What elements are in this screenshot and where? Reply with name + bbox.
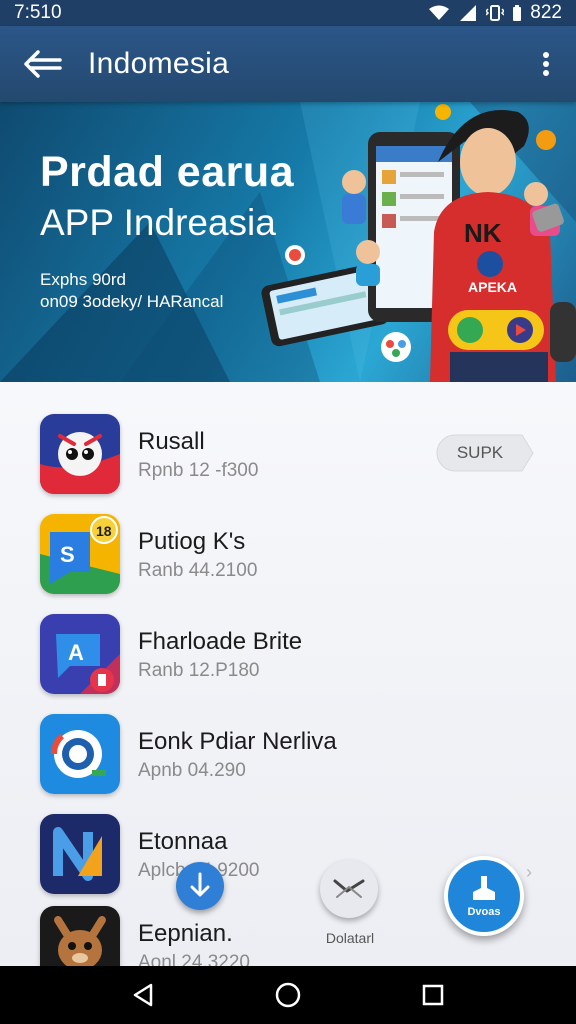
wifi-icon	[429, 5, 450, 20]
status-icons: 822	[428, 2, 562, 24]
shirt-text-top: NK	[464, 218, 502, 248]
page-title: Indomesia	[88, 47, 230, 80]
app-name: Fharloade Brite	[138, 628, 303, 655]
svg-text:A: A	[68, 640, 84, 665]
banner-illustration: NK APEKA	[261, 104, 576, 382]
system-nav-bar	[0, 966, 576, 1024]
app-name: Putiog K's	[138, 528, 246, 555]
app-icon: S 18	[40, 514, 120, 594]
app-meta: Ranb 12.P180	[138, 660, 260, 681]
app-meta: Rpnb 12 -f300	[138, 460, 259, 481]
battery-icon	[513, 5, 522, 21]
primary-action-button[interactable]: Dvoas	[444, 856, 524, 936]
download-icon	[190, 872, 210, 897]
signal-icon	[460, 5, 477, 21]
app-icon	[40, 814, 120, 894]
more-vert-icon	[543, 52, 549, 76]
list-item[interactable]: S 18 Putiog K's Ranb 44.2100	[0, 514, 576, 614]
app-bar: Indomesia	[0, 26, 576, 102]
nav-recent-button[interactable]	[403, 966, 463, 1024]
promo-banner[interactable]: Prdad earua APP Indreasia Exphs 90rd on0…	[0, 102, 576, 382]
status-time: 7:510	[14, 2, 62, 23]
app-meta: Apnb 04.290	[138, 760, 246, 781]
share-button-label: Dolatarl	[325, 930, 375, 946]
chevron-right-icon: ›	[526, 862, 532, 882]
app-icon	[40, 906, 120, 966]
app-name: Etonnaa	[138, 828, 228, 855]
primary-action-label: Dvoas	[467, 906, 501, 918]
app-meta: Aonl 24.3220	[138, 952, 250, 966]
arrow-left-icon	[24, 50, 62, 78]
list-item[interactable]: Eonk Pdiar Nerliva Apnb 04.290	[0, 714, 576, 814]
list-item[interactable]: A Fharloade Brite Ranb 12.P180	[0, 614, 576, 714]
app-icon: A	[40, 614, 120, 694]
share-button[interactable]	[320, 860, 378, 918]
square-recent-icon	[423, 984, 444, 1006]
install-button-label: SUPK	[456, 443, 504, 462]
list-item[interactable]: Rusall Rpnb 12 -f300 SUPK	[0, 414, 576, 514]
app-icon	[40, 414, 120, 494]
app-name: Eepnian.	[138, 920, 233, 947]
app-badge: 18	[96, 523, 112, 539]
circle-home-icon	[275, 982, 301, 1008]
banner-caption-2: on09 3odeky/ HARancal	[40, 292, 224, 311]
back-button[interactable]	[0, 26, 88, 102]
app-name: Rusall	[138, 428, 205, 455]
app-meta: Ranb 44.2100	[138, 560, 258, 581]
nav-home-button[interactable]	[258, 966, 318, 1024]
battery-level: 822	[530, 2, 562, 23]
nav-back-button[interactable]	[113, 966, 173, 1024]
svg-text:S: S	[60, 542, 75, 567]
app-icon	[40, 714, 120, 794]
overflow-menu-button[interactable]	[516, 26, 576, 102]
share-icon	[333, 879, 365, 898]
banner-subtitle: APP Indreasia	[40, 202, 276, 243]
download-button[interactable]	[176, 862, 224, 910]
triangle-back-icon	[133, 983, 152, 1007]
vibrate-icon	[486, 5, 505, 21]
install-button[interactable]: SUPK	[436, 434, 534, 472]
user-add-icon	[473, 876, 495, 900]
app-name: Eonk Pdiar Nerliva	[138, 728, 337, 755]
shirt-text-bottom: APEKA	[468, 279, 517, 295]
banner-caption-1: Exphs 90rd	[40, 270, 126, 289]
status-bar: 7:510 822	[0, 0, 576, 26]
